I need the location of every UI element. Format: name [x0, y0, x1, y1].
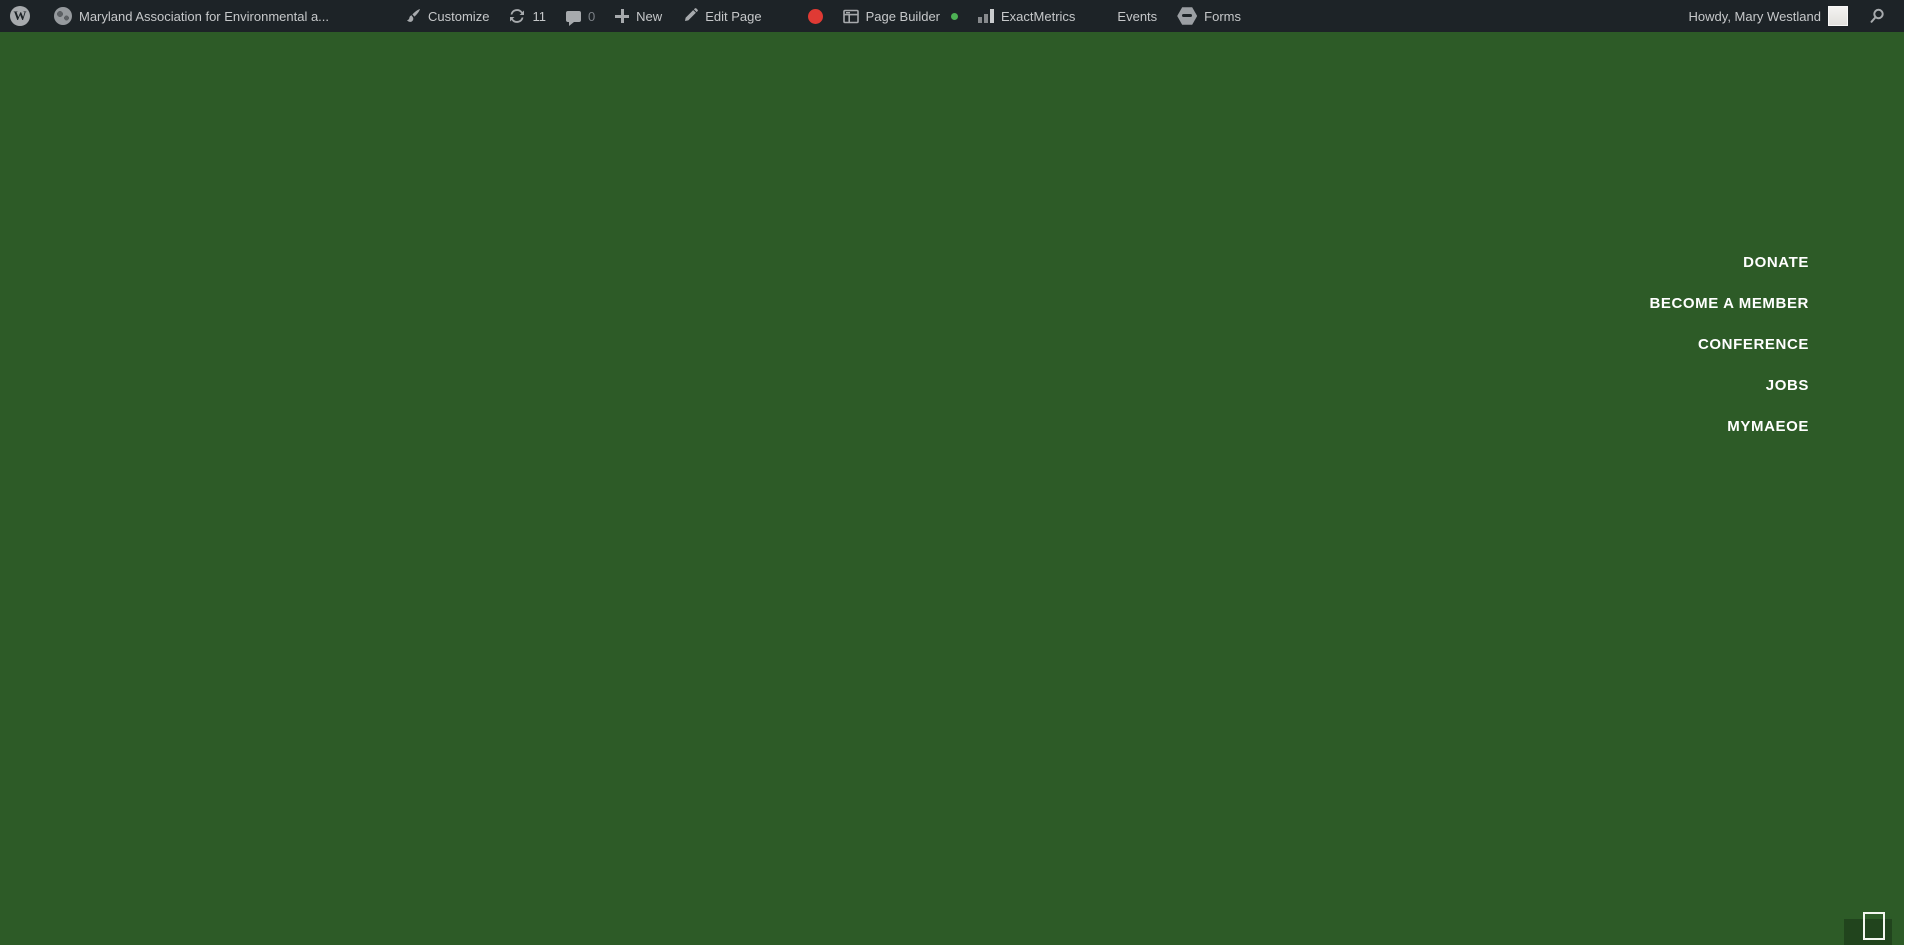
- plus-icon: [615, 9, 630, 23]
- forms-label: Forms: [1204, 8, 1242, 24]
- hero-utility-nav: DONATE BECOME A MEMBER CONFERENCE JOBS M…: [1649, 242, 1809, 447]
- my-account-menu-item[interactable]: Howdy, Mary Westland: [1679, 0, 1858, 32]
- events-menu-item[interactable]: Events: [1107, 0, 1167, 32]
- comment-bubble-icon: [565, 10, 581, 26]
- new-label: New: [636, 8, 663, 24]
- events-label: Events: [1117, 8, 1158, 24]
- admin-bar-right-group: Howdy, Mary Westland: [1679, 0, 1904, 32]
- nav-link-jobs[interactable]: JOBS: [1766, 377, 1809, 394]
- recording-indicator-menu-item[interactable]: [798, 0, 833, 32]
- update-icon: [510, 9, 525, 23]
- search-icon: [1870, 8, 1884, 23]
- howdy-label: Howdy, Mary Westland: [1688, 8, 1821, 24]
- paintbrush-icon: [407, 9, 421, 22]
- exactmetrics-menu-item[interactable]: ExactMetrics: [968, 0, 1085, 32]
- site-name-menu-item[interactable]: Maryland Association for Environmental a…: [44, 0, 339, 32]
- edit-page-menu-item[interactable]: Edit Page: [672, 0, 771, 32]
- admin-search-toggle[interactable]: [1858, 0, 1896, 32]
- edit-page-label: Edit Page: [705, 8, 762, 24]
- gravity-forms-icon: [1177, 7, 1198, 25]
- nav-item: DONATE: [1649, 242, 1809, 283]
- corner-overlay-button[interactable]: [1844, 912, 1892, 945]
- customize-menu-item[interactable]: Customize: [395, 0, 499, 32]
- page-builder-menu-item[interactable]: Page Builder: [833, 0, 968, 32]
- nav-item: JOBS: [1649, 365, 1809, 406]
- nav-link-become-a-member[interactable]: BECOME A MEMBER: [1649, 295, 1809, 312]
- customize-label: Customize: [428, 8, 490, 24]
- nav-link-conference[interactable]: CONFERENCE: [1698, 336, 1809, 353]
- nav-item: CONFERENCE: [1649, 324, 1809, 365]
- browser-scrollbar[interactable]: [1904, 0, 1920, 945]
- exactmetrics-label: ExactMetrics: [1001, 8, 1076, 24]
- updates-count: 11: [532, 8, 546, 24]
- comments-menu-item[interactable]: 0: [556, 0, 605, 32]
- nav-link-mymaeoe[interactable]: MYMAEOE: [1727, 418, 1809, 435]
- record-dot-icon: [807, 8, 823, 24]
- wordpress-menu-item[interactable]: W: [0, 0, 40, 32]
- site-favicon-icon: [54, 7, 72, 25]
- user-avatar: [1828, 6, 1848, 26]
- forms-menu-item[interactable]: Forms: [1167, 0, 1251, 32]
- nav-item: BECOME A MEMBER: [1649, 283, 1809, 324]
- comments-count: 0: [587, 8, 596, 24]
- rectangle-outline-icon: [1863, 912, 1885, 940]
- hero-section: DONATE BECOME A MEMBER CONFERENCE JOBS M…: [0, 32, 1904, 945]
- page-builder-label: Page Builder: [865, 8, 941, 24]
- updates-menu-item[interactable]: 11: [499, 0, 556, 32]
- site-name-label: Maryland Association for Environmental a…: [79, 8, 330, 24]
- nav-link-donate[interactable]: DONATE: [1743, 254, 1809, 271]
- nav-item: MYMAEOE: [1649, 406, 1809, 447]
- new-content-menu-item[interactable]: New: [605, 0, 672, 32]
- layout-grid-icon: [842, 9, 859, 23]
- pencil-icon: [685, 8, 699, 21]
- wordpress-logo-icon: W: [10, 6, 30, 26]
- bar-chart-icon: [978, 9, 995, 23]
- page-builder-status-dot-icon: [951, 12, 959, 20]
- admin-bar-left-group: W Maryland Association for Environmental…: [0, 0, 1251, 32]
- wp-admin-bar: W Maryland Association for Environmental…: [0, 0, 1904, 32]
